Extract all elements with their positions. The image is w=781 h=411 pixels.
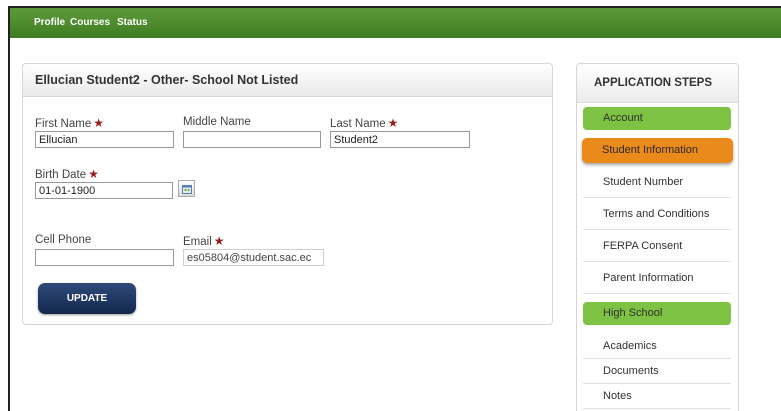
step-ferpa-consent[interactable]: FERPA Consent [583,230,731,262]
step-student-number[interactable]: Student Number [583,166,731,198]
application-steps-panel: APPLICATION STEPS Account Student Inform… [576,63,739,411]
calendar-icon [182,185,192,194]
last-name-label: Last Name ★ [330,116,398,130]
step-account[interactable]: Account [583,107,731,130]
panel-header: Ellucian Student2 - Other- School Not Li… [23,64,552,97]
step-high-school[interactable]: High School [583,302,731,325]
panel-title: Ellucian Student2 - Other- School Not Li… [35,73,299,87]
step-academics[interactable]: Academics [583,334,731,359]
required-star-icon: ★ [213,234,225,248]
nav-status[interactable]: Status [117,17,148,28]
last-name-label-text: Last Name [330,118,386,130]
birth-date-label-text: Birth Date [35,169,87,181]
email-field[interactable] [183,249,324,266]
step-student-information[interactable]: Student Information [582,138,733,163]
email-label-text: Email [183,236,212,248]
step-notes[interactable]: Notes [583,384,731,409]
update-button[interactable]: UPDATE [38,283,136,314]
step-documents[interactable]: Documents [583,359,731,384]
profile-form-panel: Ellucian Student2 - Other- School Not Li… [22,63,553,325]
nav-courses[interactable]: Courses [70,17,110,28]
steps-header: APPLICATION STEPS [577,64,738,103]
calendar-button[interactable] [178,180,195,197]
app-frame: Profile Courses Status Ellucian Student2… [8,6,781,411]
birth-date-field[interactable] [35,182,173,199]
required-star-icon: ★ [387,116,399,130]
middle-name-field[interactable] [183,131,321,148]
birth-date-label: Birth Date ★ [35,167,99,181]
required-star-icon: ★ [93,116,104,130]
step-parent-information[interactable]: Parent Information [583,262,731,294]
nav-profile[interactable]: Profile [34,17,65,28]
first-name-field[interactable] [35,131,174,148]
middle-name-label: Middle Name [183,116,251,128]
top-nav-bar: Profile Courses Status [10,8,781,38]
email-label: Email ★ [183,234,225,248]
step-terms-and-conditions[interactable]: Terms and Conditions [583,198,731,230]
last-name-field[interactable] [330,131,470,148]
steps-title: APPLICATION STEPS [594,77,712,89]
cell-phone-label: Cell Phone [35,234,92,246]
first-name-label-text: First Name [35,118,92,130]
cell-phone-field[interactable] [35,249,174,266]
first-name-label: First Name ★ [35,116,104,130]
required-star-icon: ★ [88,167,99,181]
